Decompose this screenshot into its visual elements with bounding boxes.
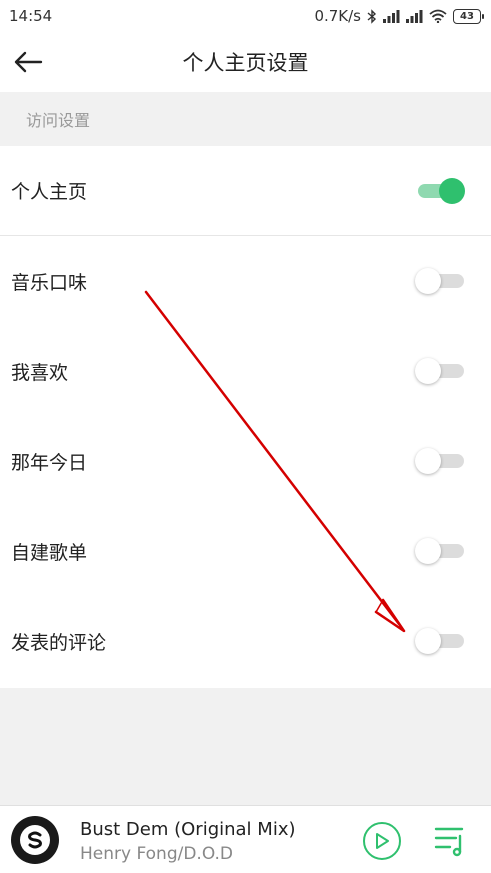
status-bar: 14:54 0.7K/s 43 xyxy=(0,0,491,32)
back-arrow-icon xyxy=(14,51,43,73)
header: 个人主页设置 xyxy=(0,32,491,92)
setting-row-homepage: 个人主页 xyxy=(0,146,491,236)
section-header: 访问设置 xyxy=(0,92,491,146)
setting-row-liked: 我喜欢 xyxy=(0,326,491,416)
screen: 14:54 0.7K/s 43 个人主页设置 访问设置 个人主页 音乐口味 我喜… xyxy=(0,0,491,873)
back-button[interactable] xyxy=(10,44,46,80)
network-speed: 0.7K/s xyxy=(314,7,361,25)
wifi-icon xyxy=(429,9,447,23)
spinnin-logo-icon xyxy=(28,831,42,849)
album-art[interactable] xyxy=(11,816,59,864)
setting-row-created-playlists: 自建歌单 xyxy=(0,506,491,596)
play-icon xyxy=(376,833,389,849)
album-logo xyxy=(20,825,50,855)
comments-toggle[interactable] xyxy=(415,628,465,654)
mini-player: Bust Dem (Original Mix) Henry Fong/D.O.D xyxy=(0,805,491,873)
homepage-toggle[interactable] xyxy=(415,177,465,204)
song-info[interactable]: Bust Dem (Original Mix) Henry Fong/D.O.D xyxy=(80,818,296,866)
status-icons: 0.7K/s 43 xyxy=(314,7,484,25)
setting-row-on-this-day: 那年今日 xyxy=(0,416,491,506)
setting-row-comments: 发表的评论 xyxy=(0,596,491,686)
playlist-button[interactable] xyxy=(432,824,468,858)
signal-icon xyxy=(406,9,423,23)
status-time: 14:54 xyxy=(9,7,53,25)
playlist-icon xyxy=(434,827,464,857)
setting-row-music-taste: 音乐口味 xyxy=(0,236,491,326)
liked-toggle[interactable] xyxy=(415,358,465,384)
song-artist: Henry Fong/D.O.D xyxy=(80,844,234,864)
song-title: Bust Dem (Original Mix) xyxy=(80,819,296,840)
settings-list: 个人主页 音乐口味 我喜欢 那年今日 自建歌单 发表的评论 xyxy=(0,146,491,686)
on-this-day-toggle[interactable] xyxy=(415,448,465,474)
music-taste-toggle[interactable] xyxy=(415,268,465,294)
signal-icon xyxy=(383,9,400,23)
section-label: 访问设置 xyxy=(26,111,91,130)
empty-area xyxy=(0,688,491,805)
battery-icon: 43 xyxy=(453,8,484,24)
page-title: 个人主页设置 xyxy=(182,51,309,75)
bluetooth-icon xyxy=(367,8,377,24)
play-button[interactable] xyxy=(363,822,401,860)
created-playlists-toggle[interactable] xyxy=(415,538,465,564)
